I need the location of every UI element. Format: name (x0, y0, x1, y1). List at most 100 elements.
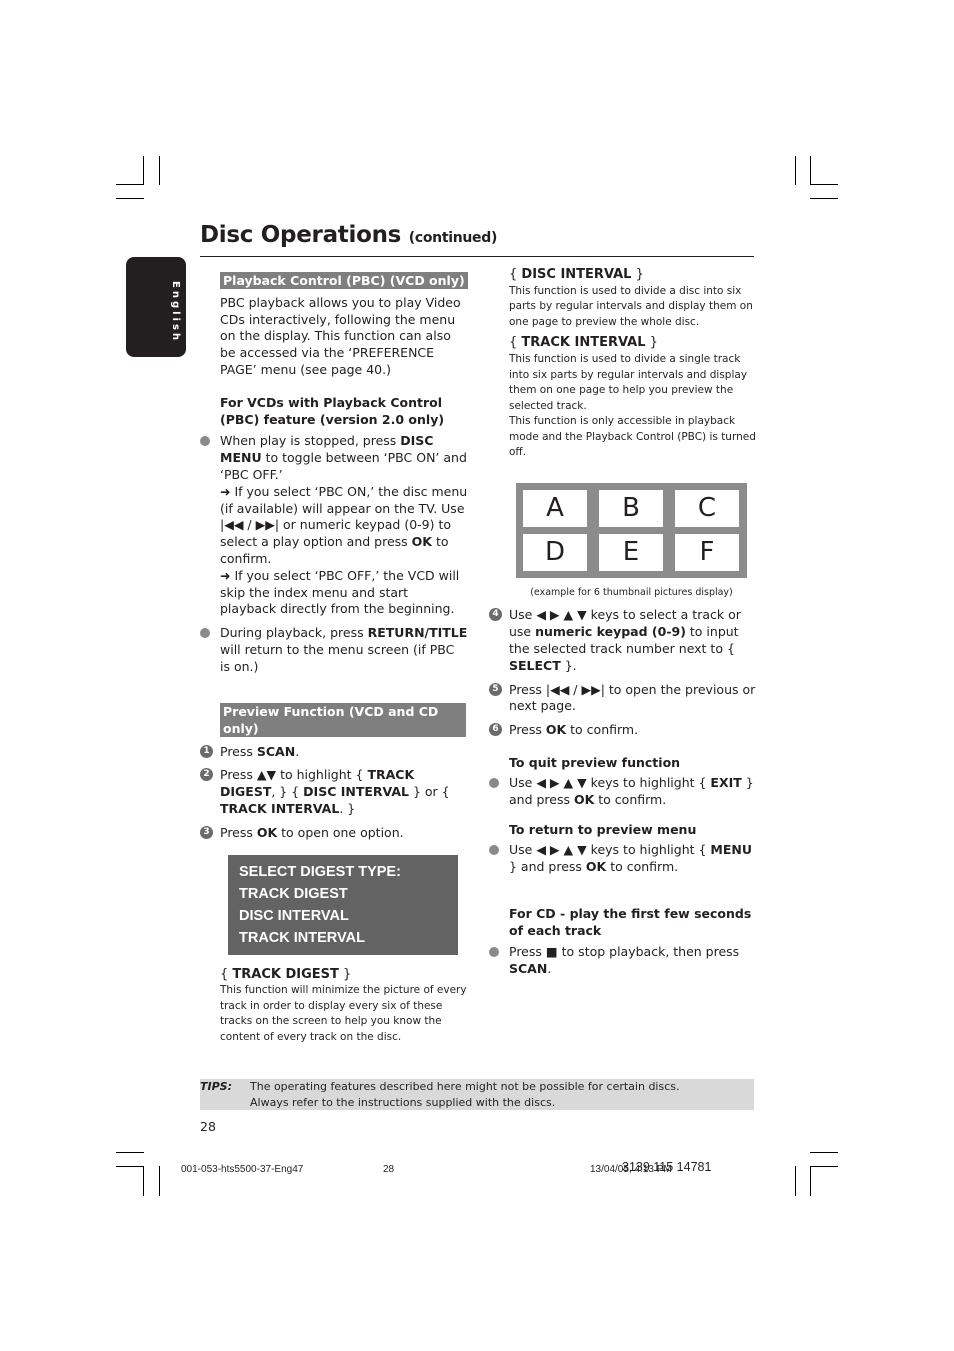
disc-interval-label: DISC INTERVAL (521, 267, 632, 282)
text: } or { (409, 784, 450, 800)
text: Press (509, 722, 546, 738)
crop-mark (810, 1166, 838, 1167)
cd-heading: For CD - play the first few seconds of e… (509, 905, 752, 938)
crop-mark (116, 1166, 144, 1167)
tips-line: Always refer to the instructions supplie… (250, 1095, 556, 1109)
thumbnail: D (523, 533, 587, 571)
key-exit: EXIT (710, 774, 742, 790)
text: If you select ‘PBC OFF,’ the VCD will sk… (220, 567, 460, 617)
text: During playback, press (220, 625, 368, 641)
tips-label: TIPS: (200, 1080, 232, 1093)
text: Press (220, 743, 257, 759)
crop-mark (116, 198, 144, 199)
key-ok: OK (411, 534, 432, 550)
key-ok: OK (573, 791, 595, 807)
menu-title: SELECT DIGEST TYPE: (239, 863, 401, 880)
crop-mark (810, 1152, 838, 1153)
key-ok: OK (585, 858, 607, 874)
thumbnail: C (675, 489, 739, 527)
language-label: English (170, 281, 181, 344)
preview-step-4: 4 Use ◀ ▶ ▲ ▼ keys to select a track or … (489, 607, 757, 674)
step-number-icon: 1 (200, 744, 213, 758)
menu-item: DISC INTERVAL (239, 907, 349, 924)
key-track-interval: TRACK INTERVAL (220, 800, 340, 816)
return-bullet: Use ◀ ▶ ▲ ▼ keys to highlight { MENU } a… (489, 842, 757, 876)
footer-code: 3139 115 14781 (622, 1160, 712, 1174)
pbc-heading: Playback Control (PBC) (VCD only) (220, 272, 468, 289)
footer-page: 28 (383, 1164, 395, 1175)
thumbnail: F (675, 533, 739, 571)
crop-mark (810, 198, 838, 199)
stop-icon: ■ (545, 944, 558, 960)
key-scan: SCAN (256, 743, 296, 759)
cd-bullet: Press ■ to stop playback, then press SCA… (489, 944, 757, 978)
key-disc-interval: DISC INTERVAL (303, 784, 409, 800)
text: Use ◀ ▶ ▲ ▼ keys to highlight { (509, 774, 711, 790)
disc-interval-block: { DISC INTERVAL } This function is used … (489, 267, 757, 330)
thumbnail: B (599, 489, 663, 527)
text: Press (509, 944, 546, 960)
track-interval-block: { TRACK INTERVAL } This function is used… (489, 335, 757, 460)
crop-mark (810, 184, 838, 185)
crop-mark (159, 1166, 160, 1196)
preview-step-2: 2 Press ▲▼ to highlight { TRACK DIGEST, … (200, 767, 468, 817)
text: If you select ‘PBC ON,’ the disc menu (i… (220, 483, 468, 516)
thumbnail-caption: (example for 6 thumbnail pictures displa… (530, 586, 733, 598)
pbc-bullet-1: When play is stopped, press DISC MENU to… (200, 433, 468, 618)
left-column: Playback Control (PBC) (VCD only) PBC pl… (200, 272, 468, 1045)
text: to confirm. (566, 722, 639, 738)
key-scan: SCAN (509, 961, 548, 977)
crop-mark (810, 156, 811, 185)
prev-next-icon: |◀◀ / ▶▶| (220, 517, 280, 533)
text: to confirm. (594, 791, 667, 807)
key-ok: OK (545, 722, 567, 738)
step-number-icon: 6 (489, 723, 502, 737)
bullet-icon (489, 777, 499, 788)
text: Press (220, 824, 257, 840)
language-tab: English (126, 257, 186, 357)
page-number: 28 (200, 1119, 216, 1134)
text: , } { (271, 784, 304, 800)
right-column: { DISC INTERVAL } This function is used … (489, 267, 757, 978)
crop-mark (116, 1152, 144, 1153)
track-interval-text: This function is used to divide a single… (509, 353, 748, 412)
step-number-icon: 4 (489, 608, 502, 622)
title-rule (200, 256, 754, 257)
crop-mark (795, 156, 796, 185)
text: Use ◀ ▶ ▲ ▼ keys to highlight { (509, 842, 711, 858)
preview-step-5: 5 Press |◀◀ / ▶▶| to open the previous o… (489, 682, 757, 716)
text: Press ▲▼ to highlight { (220, 767, 368, 783)
pbc-bullet-2: During playback, press RETURN/TITLE will… (200, 625, 468, 675)
text: . } (339, 800, 356, 816)
crop-mark (159, 156, 160, 185)
tips-line: The operating features described here mi… (250, 1080, 680, 1093)
preview-step-6: 6 Press OK to confirm. (489, 722, 757, 739)
key-numeric-keypad: numeric keypad (0-9) (535, 624, 686, 640)
text: to stop playback, then press (557, 944, 740, 960)
track-digest-block: { TRACK DIGEST } This function will mini… (200, 967, 468, 1046)
page-title: Disc Operations (continued) (200, 222, 497, 248)
pbc-intro: PBC playback allows you to play Video CD… (220, 294, 461, 377)
crop-mark (116, 184, 144, 185)
crop-mark (810, 1166, 811, 1196)
menu-item: TRACK INTERVAL (239, 929, 365, 946)
text: to open one option. (277, 824, 404, 840)
text: . (547, 961, 552, 977)
digest-menu-screen: SELECT DIGEST TYPE: TRACK DIGEST DISC IN… (228, 854, 458, 955)
crop-mark (795, 1166, 796, 1196)
preview-step-3: 3 Press OK to open one option. (200, 825, 468, 842)
thumbnail: A (523, 489, 587, 527)
key-return-title: RETURN/TITLE (367, 625, 468, 641)
track-digest-label: TRACK DIGEST (232, 966, 339, 982)
bullet-icon (489, 845, 499, 856)
title-continued: (continued) (408, 230, 498, 246)
crop-mark (143, 156, 144, 185)
text: . (295, 743, 300, 759)
bullet-icon (200, 436, 210, 447)
arrow-icon: ➜ (220, 483, 235, 499)
key-menu: MENU (710, 842, 753, 858)
step-number-icon: 5 (489, 682, 502, 696)
thumbnail-grid: A B C D E F (516, 482, 747, 578)
step-number-icon: 2 (200, 768, 213, 782)
return-heading: To return to preview menu (509, 822, 697, 838)
